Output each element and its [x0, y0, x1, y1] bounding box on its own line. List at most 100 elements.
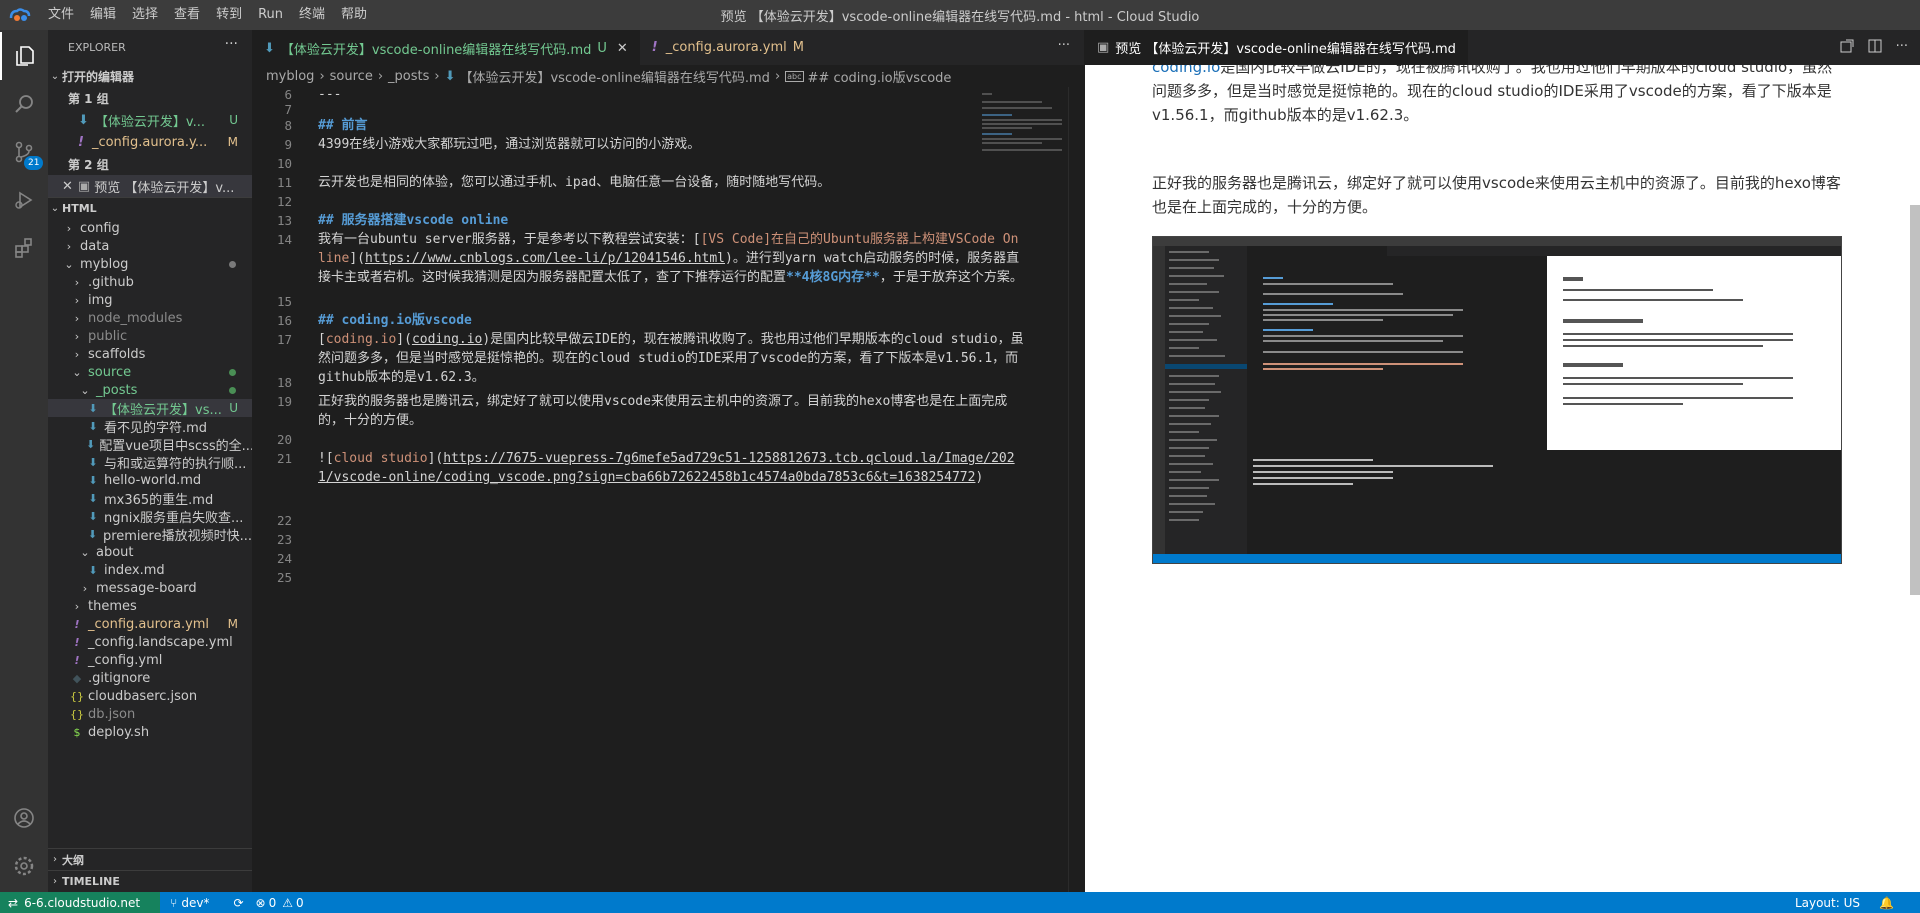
breadcrumb-item[interactable]: 【体验云开发】vscode-online编辑器在线写代码.md — [459, 67, 769, 86]
code-line: [coding.io](coding.io)是国内比较早做云IDE的，现在被腾讯… — [318, 332, 1024, 385]
editor-group-1[interactable]: 第 1 组 — [48, 87, 252, 109]
line-number: 9 — [284, 137, 292, 152]
tree-item[interactable]: ⌄ about — [48, 543, 252, 561]
more-actions-icon[interactable]: ··· — [225, 36, 238, 52]
git-status: U — [229, 401, 238, 415]
menu-help[interactable]: 帮助 — [333, 0, 375, 30]
tree-item[interactable]: ! _config.aurora.yml M — [48, 615, 252, 633]
account-icon[interactable] — [0, 794, 48, 842]
editor-scrollbar[interactable] — [1068, 87, 1082, 892]
split-editor-icon[interactable] — [1868, 39, 1882, 57]
tree-item[interactable]: $ deploy.sh — [48, 723, 252, 741]
tree-item[interactable]: › img — [48, 291, 252, 309]
tree-item[interactable]: ⌄ _posts — [48, 381, 252, 399]
git-branch[interactable]: ⑂ dev* — [170, 896, 221, 910]
tree-item-label: .gitignore — [88, 670, 151, 686]
tree-item[interactable]: ! _config.landscape.yml — [48, 633, 252, 651]
run-debug-icon[interactable] — [0, 176, 48, 224]
tree-item[interactable]: › public — [48, 327, 252, 345]
settings-gear-icon[interactable] — [0, 842, 48, 890]
close-icon[interactable]: ✕ — [617, 41, 628, 56]
tree-item[interactable]: › config — [48, 219, 252, 237]
timeline-section[interactable]: › TIMELINE — [48, 870, 252, 892]
editor-more-actions-icon[interactable]: ··· — [1058, 38, 1070, 53]
editor-group-2[interactable]: 第 2 组 — [48, 153, 252, 175]
tree-item[interactable]: ◆ .gitignore — [48, 669, 252, 687]
tree-item[interactable]: ! _config.yml — [48, 651, 252, 669]
html-folder-section[interactable]: ⌄ HTML — [48, 197, 252, 219]
tree-item[interactable]: ⬇ hello-world.md — [48, 471, 252, 489]
close-icon[interactable]: ✕ — [62, 179, 73, 194]
open-editor-label: _config.aurora.y... — [91, 134, 208, 150]
source-control-icon[interactable]: 21 — [0, 128, 48, 176]
tree-item[interactable]: {} db.json — [48, 705, 252, 723]
keyboard-layout[interactable]: Layout: US — [1795, 896, 1860, 910]
preview-link[interactable]: coding.io — [1152, 65, 1220, 76]
chevron-down-icon: ⌄ — [50, 70, 60, 82]
menu-selection[interactable]: 选择 — [124, 0, 166, 30]
tree-item[interactable]: ⬇ 配置vue项目中scss的全... — [48, 435, 252, 454]
menu-go[interactable]: 转到 — [208, 0, 250, 30]
remote-indicator[interactable]: ⇄ 6-6.cloudstudio.net — [0, 892, 161, 913]
code-line: 我有一台ubuntu server服务器，于是参考以下教程尝试安装：[[VS C… — [318, 232, 1023, 285]
markdown-icon: ⬇ — [78, 112, 89, 128]
breadcrumb-item[interactable]: ## coding.io版vscode — [808, 67, 952, 86]
outline-section[interactable]: › 大纲 — [48, 848, 252, 870]
tree-item[interactable]: {} cloudbaserc.json — [48, 687, 252, 705]
open-editor-item[interactable]: ⬇ 【体验云开发】v... U — [48, 109, 252, 131]
md-file-icon: ⬇ — [88, 473, 98, 487]
line-number: 22 — [276, 513, 292, 528]
breadcrumb-item[interactable]: source — [330, 69, 373, 84]
open-source-icon[interactable] — [1840, 39, 1854, 57]
tree-item[interactable]: › scaffolds — [48, 345, 252, 363]
tree-item[interactable]: ⌄ myblog — [48, 255, 252, 273]
tree-item[interactable]: ⌄ source — [48, 363, 252, 381]
menu-terminal[interactable]: 终端 — [291, 0, 333, 30]
menu-file[interactable]: 文件 — [40, 0, 82, 30]
tree-item[interactable]: ⬇ 【体验云开发】vs... U — [48, 399, 252, 417]
tree-item[interactable]: ⬇ premiere播放视频时快... — [48, 525, 252, 544]
md-file-icon: ⬇ — [88, 491, 98, 505]
preview-content[interactable]: coding.io是国内比较早做云IDE的，现在被腾讯收购了。我也用过他们早期版… — [1085, 65, 1920, 892]
md-file-icon: ⬇ — [86, 437, 96, 451]
code-line: 4399在线小游戏大家都玩过吧，通过浏览器就可以访问的小游戏。 — [318, 137, 701, 152]
tree-item[interactable]: ⬇ 与和或运算符的执行顺... — [48, 453, 252, 472]
more-actions-icon[interactable]: ··· — [1896, 39, 1908, 57]
open-editor-item[interactable]: ✕ ▣ 预览 【体验云开发】v... — [48, 175, 252, 197]
tree-item[interactable]: › message-board — [48, 579, 252, 597]
search-icon[interactable] — [0, 80, 48, 128]
tab-config-yml[interactable]: ! _config.aurora.yml M — [640, 30, 816, 65]
tab-preview[interactable]: ▣ 预览 【体验云开发】vscode-online编辑器在线写代码.md — [1085, 30, 1468, 65]
breadcrumb-separator: › — [774, 68, 781, 84]
menu-edit[interactable]: 编辑 — [82, 0, 124, 30]
tree-item[interactable]: › .github — [48, 273, 252, 291]
tree-item[interactable]: › data — [48, 237, 252, 255]
sync-icon[interactable]: ⟳ — [233, 896, 243, 910]
code-line: 云开发也是相同的体验，您可以通过手机、ipad、电脑任意一台设备，随时随地写代码… — [318, 175, 831, 190]
menu-run[interactable]: Run — [250, 0, 291, 30]
tab-markdown-file[interactable]: ⬇ 【体验云开发】vscode-online编辑器在线写代码.md U ✕ — [252, 30, 640, 65]
tree-item[interactable]: ⬇ mx365的重生.md — [48, 489, 252, 508]
breadcrumb-item[interactable]: _posts — [388, 69, 429, 84]
tree-item[interactable]: ⬇ index.md — [48, 561, 252, 579]
open-editors-section[interactable]: ⌄ 打开的编辑器 — [48, 65, 252, 87]
problems-indicator[interactable]: ⊗ 0 ⚠ 0 — [256, 896, 316, 910]
code-editor[interactable]: 6 --- 7 8 ## 前言 9 4399在线小游戏大家都玩过吧，通过浏览器就可以访问的小… — [252, 87, 1084, 892]
tree-item-label: node_modules — [88, 310, 183, 326]
tree-item[interactable]: › themes — [48, 597, 252, 615]
open-editor-item[interactable]: ! _config.aurora.y... M — [48, 131, 252, 153]
markdown-icon: ⬇ — [264, 40, 275, 56]
md-file-icon: ⬇ — [88, 401, 98, 415]
sh-file-icon: $ — [73, 725, 81, 739]
menu-view[interactable]: 查看 — [166, 0, 208, 30]
tree-item[interactable]: › node_modules — [48, 309, 252, 327]
explorer-icon[interactable] — [0, 32, 48, 80]
extensions-icon[interactable] — [0, 224, 48, 272]
notifications-bell-icon[interactable]: 🔔 — [1879, 896, 1894, 910]
preview-scrollbar[interactable] — [1910, 205, 1920, 595]
git-status: U — [597, 40, 607, 56]
code-line: ## coding.io版vscode — [318, 313, 472, 328]
tree-item[interactable]: ⬇ ngnix服务重启失败查... — [48, 507, 252, 526]
tree-item[interactable]: ⬇ 看不见的字符.md — [48, 417, 252, 436]
breadcrumb-item[interactable]: myblog — [266, 69, 314, 84]
